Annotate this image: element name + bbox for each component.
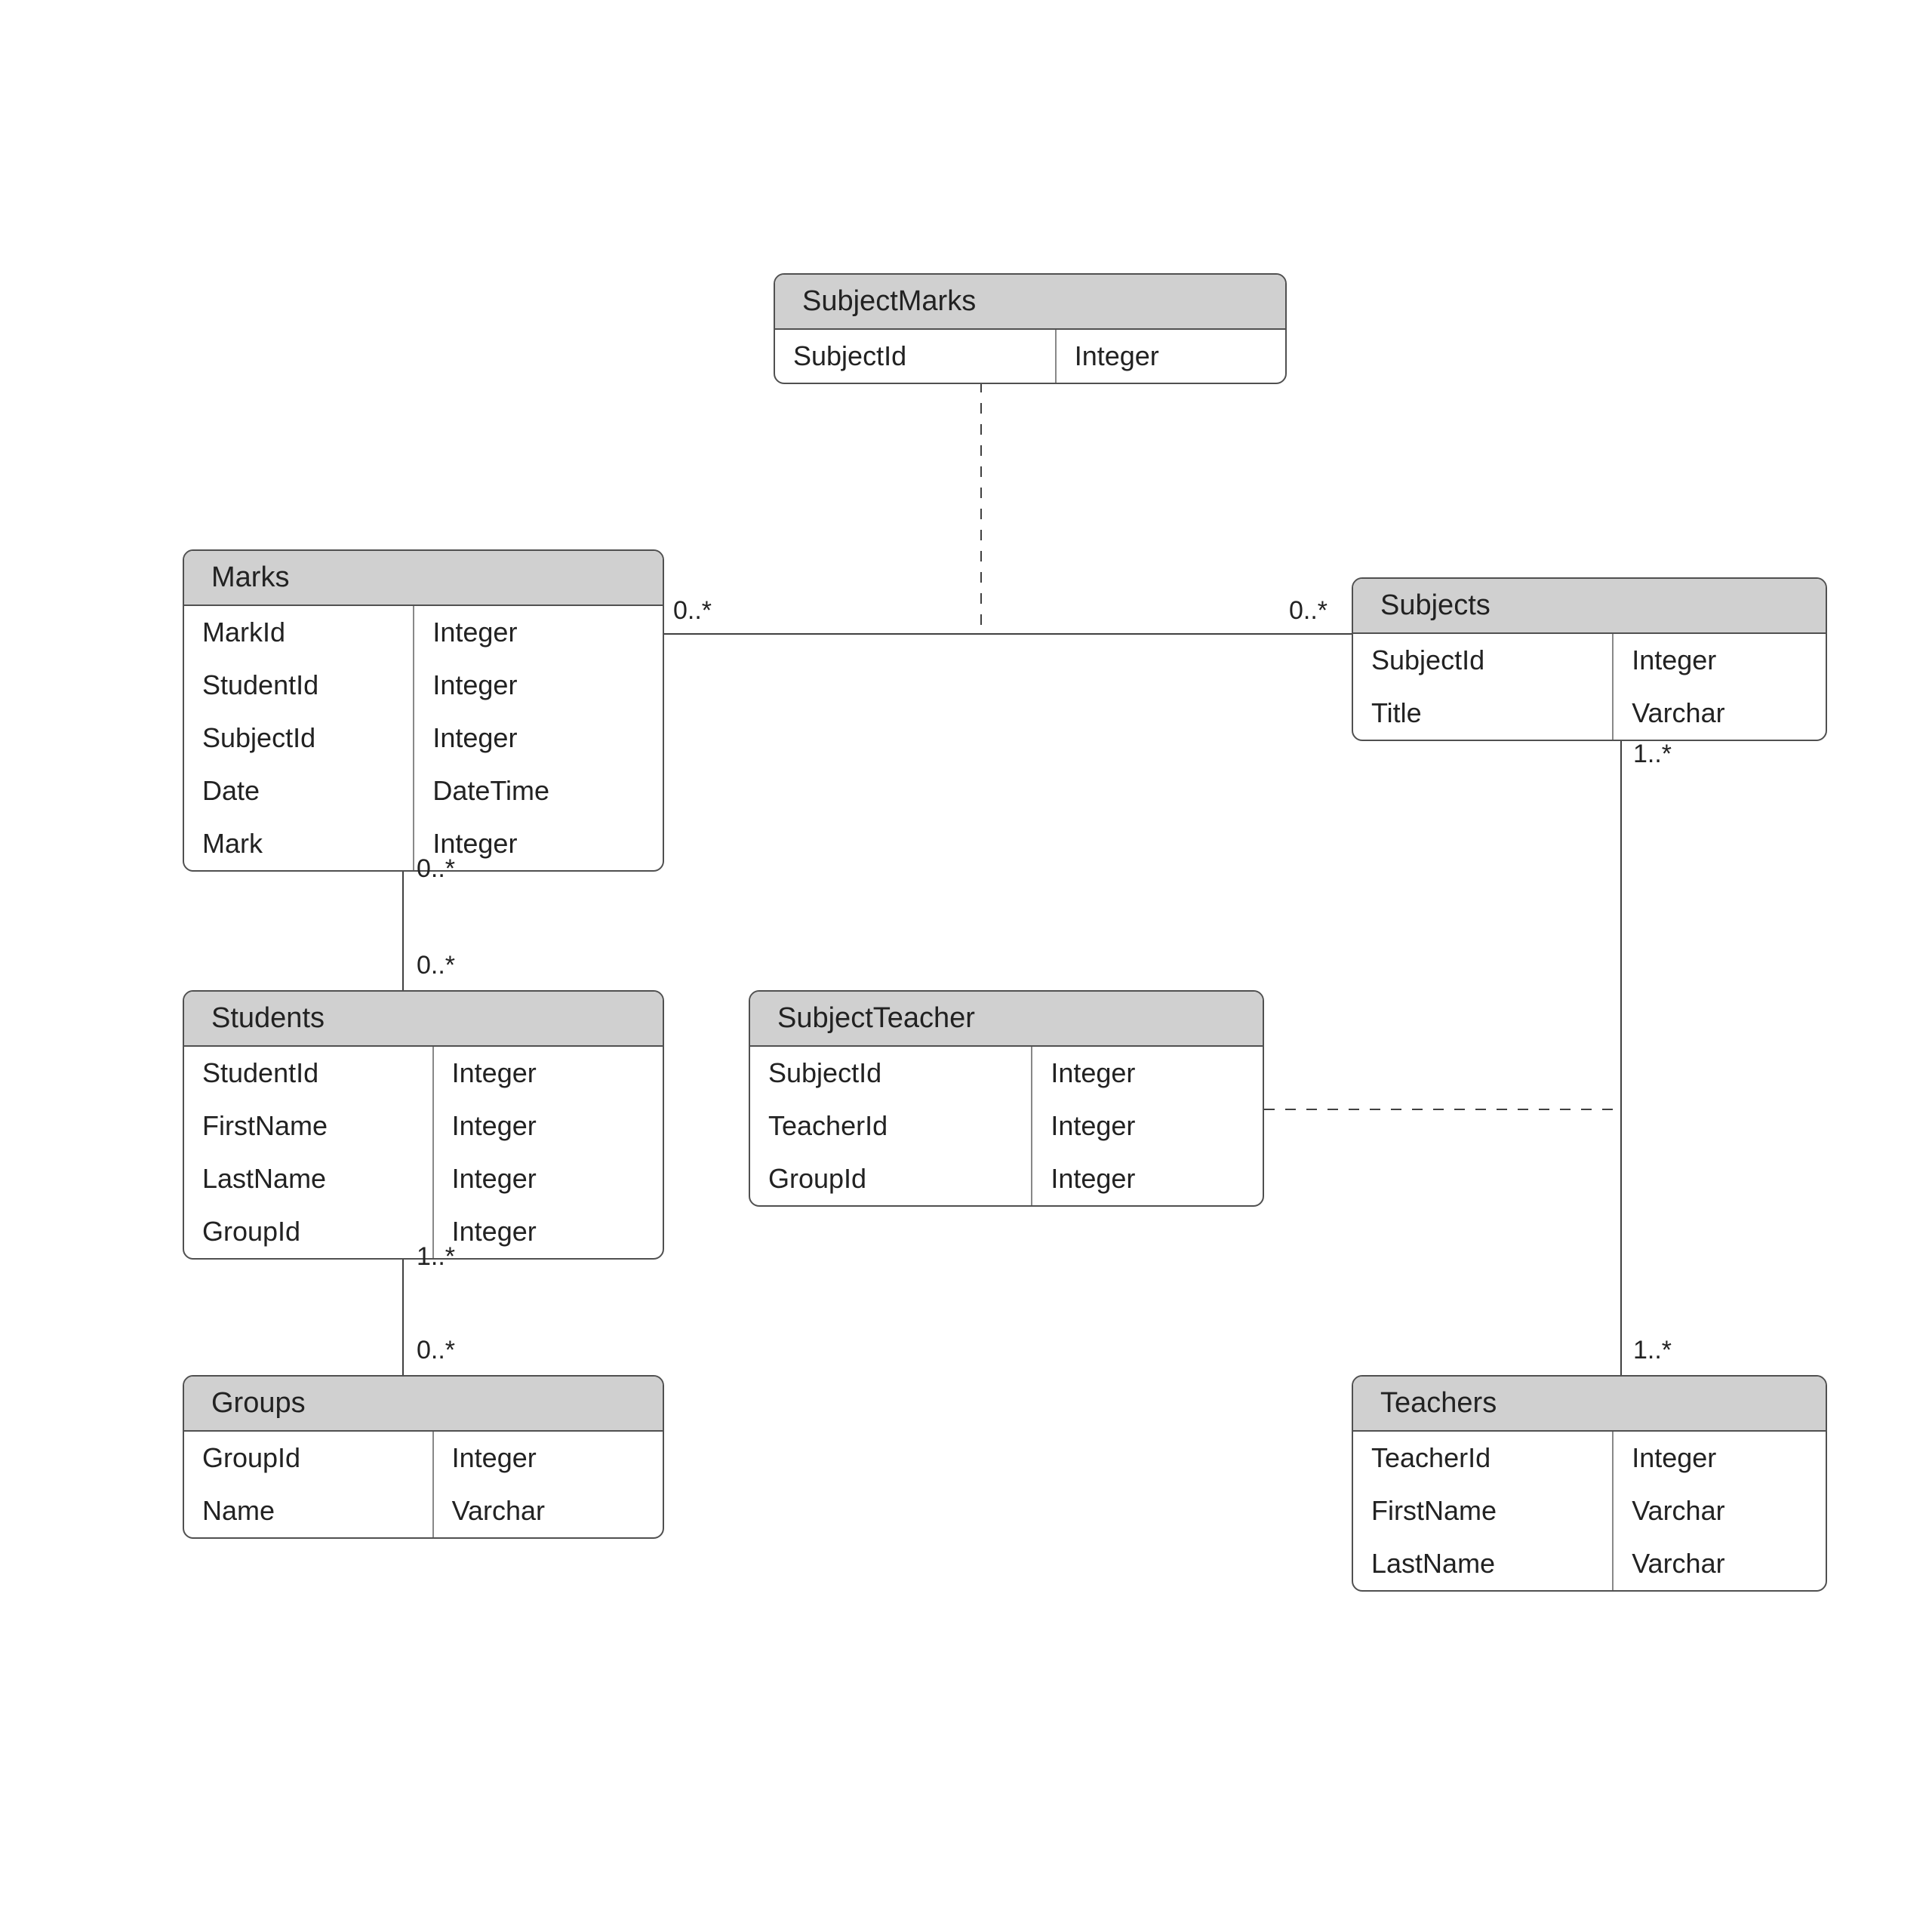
entity-subjectteacher: SubjectTeacher SubjectId TeacherId Group… <box>749 990 1264 1207</box>
cardinality-label: 0..* <box>1289 596 1327 626</box>
field-type: Varchar <box>1614 1484 1826 1537</box>
cardinality-label: 1..* <box>417 1242 455 1272</box>
entity-subjectmarks: SubjectMarks SubjectId Integer <box>774 273 1287 384</box>
field-name: LastName <box>1353 1537 1612 1590</box>
field-name: LastName <box>184 1152 432 1205</box>
field-name: SubjectId <box>750 1047 1031 1100</box>
field-name: SubjectId <box>184 712 413 764</box>
field-name: GroupId <box>750 1152 1031 1205</box>
field-type: Integer <box>1614 1432 1826 1484</box>
field-type: Integer <box>1032 1047 1263 1100</box>
field-name: Title <box>1353 687 1612 740</box>
cardinality-label: 0..* <box>673 596 712 626</box>
entity-title: Marks <box>184 551 663 606</box>
field-name: SubjectId <box>775 330 1055 383</box>
field-name: GroupId <box>184 1432 432 1484</box>
entity-groups: Groups GroupId Name Integer Varchar <box>183 1375 664 1539</box>
field-type: Varchar <box>434 1484 663 1537</box>
cardinality-label: 0..* <box>417 854 455 884</box>
entity-title: Teachers <box>1353 1377 1826 1432</box>
field-name: FirstName <box>1353 1484 1612 1537</box>
field-type: DateTime <box>414 764 663 817</box>
field-type: Varchar <box>1614 1537 1826 1590</box>
field-type: Integer <box>434 1152 663 1205</box>
field-name: Mark <box>184 817 413 870</box>
field-name: GroupId <box>184 1205 432 1258</box>
field-type: Varchar <box>1614 687 1826 740</box>
entity-students: Students StudentId FirstName LastName Gr… <box>183 990 664 1260</box>
field-type: Integer <box>414 712 663 764</box>
cardinality-label: 1..* <box>1633 1336 1672 1365</box>
entity-title: SubjectTeacher <box>750 992 1263 1047</box>
field-type: Integer <box>1032 1100 1263 1152</box>
field-name: TeacherId <box>1353 1432 1612 1484</box>
entity-marks: Marks MarkId StudentId SubjectId Date Ma… <box>183 549 664 872</box>
field-type: Integer <box>1032 1152 1263 1205</box>
field-type: Integer <box>414 659 663 712</box>
cardinality-label: 0..* <box>417 1336 455 1365</box>
field-type: Integer <box>434 1100 663 1152</box>
field-name: FirstName <box>184 1100 432 1152</box>
field-name: StudentId <box>184 659 413 712</box>
field-name: SubjectId <box>1353 634 1612 687</box>
field-type: Integer <box>1057 330 1285 383</box>
field-name: Date <box>184 764 413 817</box>
field-type: Integer <box>434 1432 663 1484</box>
entity-title: Subjects <box>1353 579 1826 634</box>
entity-title: Groups <box>184 1377 663 1432</box>
entity-title: SubjectMarks <box>775 275 1285 330</box>
cardinality-label: 0..* <box>417 951 455 980</box>
entity-title: Students <box>184 992 663 1047</box>
entity-subjects: Subjects SubjectId Title Integer Varchar <box>1352 577 1827 741</box>
field-name: TeacherId <box>750 1100 1031 1152</box>
field-type: Integer <box>414 606 663 659</box>
field-name: Name <box>184 1484 432 1537</box>
entity-teachers: Teachers TeacherId FirstName LastName In… <box>1352 1375 1827 1592</box>
field-type: Integer <box>1614 634 1826 687</box>
field-name: MarkId <box>184 606 413 659</box>
field-name: StudentId <box>184 1047 432 1100</box>
diagram-canvas: SubjectMarks SubjectId Integer Marks Mar… <box>0 0 1932 1932</box>
cardinality-label: 1..* <box>1633 740 1672 769</box>
field-type: Integer <box>434 1205 663 1258</box>
field-type: Integer <box>434 1047 663 1100</box>
